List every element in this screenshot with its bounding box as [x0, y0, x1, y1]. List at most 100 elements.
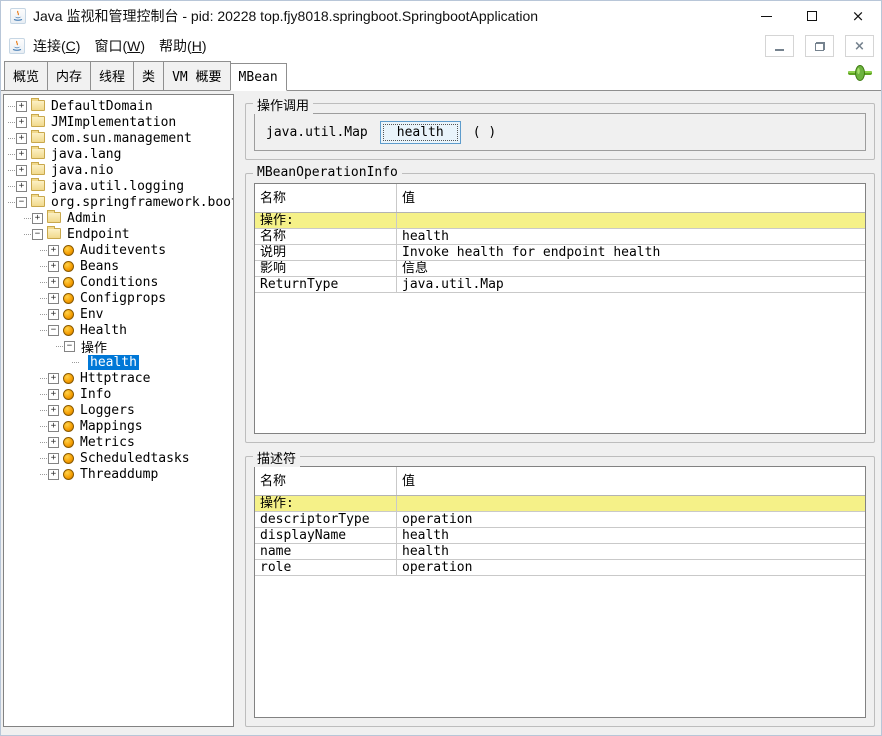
tree-item-Metrics[interactable]: + Metrics — [4, 434, 233, 450]
expand-toggle-icon[interactable]: + — [48, 389, 59, 400]
tab-memory[interactable]: 内存 — [47, 61, 91, 90]
tree-item-label[interactable]: Info — [78, 387, 113, 402]
expand-toggle-icon[interactable]: + — [48, 293, 59, 304]
expand-toggle-icon[interactable]: + — [48, 245, 59, 256]
tree-item-java.lang[interactable]: + java.lang — [4, 146, 233, 162]
invoke-health-button[interactable]: health — [380, 121, 461, 144]
tree-item-Beans[interactable]: + Beans — [4, 258, 233, 274]
tree-item-label[interactable]: Health — [78, 323, 129, 338]
column-header[interactable]: 名称 — [255, 184, 397, 212]
expand-toggle-icon[interactable]: + — [48, 437, 59, 448]
tab-classes[interactable]: 类 — [133, 61, 164, 90]
tree-item-label[interactable]: Httptrace — [78, 371, 152, 386]
tree-item-Conditions[interactable]: + Conditions — [4, 274, 233, 290]
tree-item-label[interactable]: com.sun.management — [49, 131, 194, 146]
table-row[interactable]: displayNamehealth — [255, 528, 865, 544]
split-pane-divider[interactable] — [234, 94, 245, 727]
expand-toggle-icon[interactable]: + — [48, 421, 59, 432]
table-row[interactable]: descriptorTypeoperation — [255, 512, 865, 528]
tree-item-Scheduledtasks[interactable]: + Scheduledtasks — [4, 450, 233, 466]
menu-connection[interactable]: 连接(C) — [27, 33, 86, 59]
tree-item-label[interactable]: Admin — [65, 211, 108, 226]
expand-toggle-icon[interactable]: + — [16, 149, 27, 160]
tree-item-Health[interactable]: −Health — [4, 322, 233, 338]
tree-item-Admin[interactable]: + Admin — [4, 210, 233, 226]
collapse-toggle-icon[interactable]: − — [16, 197, 27, 208]
tab-threads[interactable]: 线程 — [90, 61, 134, 90]
expand-toggle-icon[interactable]: + — [32, 213, 43, 224]
mdi-minimize-button[interactable] — [765, 35, 794, 57]
tree-item-Endpoint[interactable]: − Endpoint — [4, 226, 233, 242]
table-row[interactable]: 操作: — [255, 496, 865, 512]
tree-item-Mappings[interactable]: + Mappings — [4, 418, 233, 434]
tab-overview[interactable]: 概览 — [4, 61, 48, 90]
tree-item-label[interactable]: org.springframework.boot — [49, 195, 234, 210]
expand-toggle-icon[interactable]: + — [16, 133, 27, 144]
tree-item-label[interactable]: Mappings — [78, 419, 145, 434]
tab-vm-summary[interactable]: VM 概要 — [163, 61, 230, 90]
tree-item-label[interactable]: java.util.logging — [49, 179, 186, 194]
collapse-toggle-icon[interactable]: − — [32, 229, 43, 240]
expand-toggle-icon[interactable]: + — [48, 453, 59, 464]
tree-item-label[interactable]: Endpoint — [65, 227, 132, 242]
tree-item-Loggers[interactable]: + Loggers — [4, 402, 233, 418]
expand-toggle-icon[interactable]: + — [48, 309, 59, 320]
tree-item-Env[interactable]: + Env — [4, 306, 233, 322]
maximize-button[interactable] — [789, 1, 835, 31]
tree-item-java.util.logging[interactable]: + java.util.logging — [4, 178, 233, 194]
tree-item-label[interactable]: Env — [78, 307, 105, 322]
tree-item-label[interactable]: Metrics — [78, 435, 137, 450]
expand-toggle-icon[interactable]: + — [48, 405, 59, 416]
tree-item-label[interactable]: java.lang — [49, 147, 123, 162]
table-row[interactable]: ReturnTypejava.util.Map — [255, 277, 865, 293]
tree-item-label[interactable]: DefaultDomain — [49, 99, 155, 114]
table-row[interactable]: 说明Invoke health for endpoint health — [255, 245, 865, 261]
tree-item-DefaultDomain[interactable]: + DefaultDomain — [4, 98, 233, 114]
tree-item-Auditevents[interactable]: +Auditevents — [4, 242, 233, 258]
tree-item-label[interactable]: JMImplementation — [49, 115, 178, 130]
tree-item-Info[interactable]: + Info — [4, 386, 233, 402]
tree-item-label[interactable]: 操作 — [79, 337, 109, 356]
table-row[interactable]: 影响信息 — [255, 261, 865, 277]
expand-toggle-icon[interactable]: + — [16, 165, 27, 176]
expand-toggle-icon[interactable]: + — [48, 277, 59, 288]
expand-toggle-icon[interactable]: + — [48, 261, 59, 272]
column-header[interactable]: 值 — [397, 184, 865, 212]
tree-item-label[interactable]: Loggers — [78, 403, 137, 418]
tree-item-org.springframework.boot[interactable]: − org.springframework.boot — [4, 194, 233, 210]
table-row[interactable]: namehealth — [255, 544, 865, 560]
tree-item-label[interactable]: Beans — [78, 259, 121, 274]
tree-item-JMImplementation[interactable]: + JMImplementation — [4, 114, 233, 130]
menu-help[interactable]: 帮助(H) — [153, 33, 212, 59]
tree-item-操作[interactable]: −操作 — [4, 338, 233, 354]
column-header[interactable]: 值 — [397, 467, 865, 495]
column-header[interactable]: 名称 — [255, 467, 397, 495]
minimize-button[interactable] — [743, 1, 789, 31]
table-row[interactable]: 名称health — [255, 229, 865, 245]
table-row[interactable]: roleoperation — [255, 560, 865, 576]
tree-item-label[interactable]: health — [88, 355, 139, 370]
tree-item-label[interactable]: Scheduledtasks — [78, 451, 192, 466]
close-button[interactable]: × — [835, 1, 881, 31]
tree-item-java.nio[interactable]: + java.nio — [4, 162, 233, 178]
tree-item-com.sun.management[interactable]: + com.sun.management — [4, 130, 233, 146]
table-row[interactable]: 操作: — [255, 213, 865, 229]
expand-toggle-icon[interactable]: + — [16, 181, 27, 192]
expand-toggle-icon[interactable]: + — [16, 117, 27, 128]
tree-item-label[interactable]: Configprops — [78, 291, 168, 306]
tree-item-Threaddump[interactable]: + Threaddump — [4, 466, 233, 482]
tree-item-Configprops[interactable]: + Configprops — [4, 290, 233, 306]
tree-item-Httptrace[interactable]: + Httptrace — [4, 370, 233, 386]
mdi-close-button[interactable]: × — [845, 35, 874, 57]
menu-window[interactable]: 窗口(W) — [88, 33, 151, 59]
expand-toggle-icon[interactable]: + — [48, 373, 59, 384]
tree-item-label[interactable]: Conditions — [78, 275, 160, 290]
expand-toggle-icon[interactable]: + — [48, 469, 59, 480]
tree-item-label[interactable]: Threaddump — [78, 467, 160, 482]
tree-item-label[interactable]: java.nio — [49, 163, 116, 178]
collapse-toggle-icon[interactable]: − — [64, 341, 75, 352]
expand-toggle-icon[interactable]: + — [16, 101, 27, 112]
mbean-tree[interactable]: + DefaultDomain + JMImplementation + com.sun.… — [3, 94, 234, 727]
tree-item-health[interactable]: health — [4, 354, 233, 370]
mdi-restore-button[interactable] — [805, 35, 834, 57]
